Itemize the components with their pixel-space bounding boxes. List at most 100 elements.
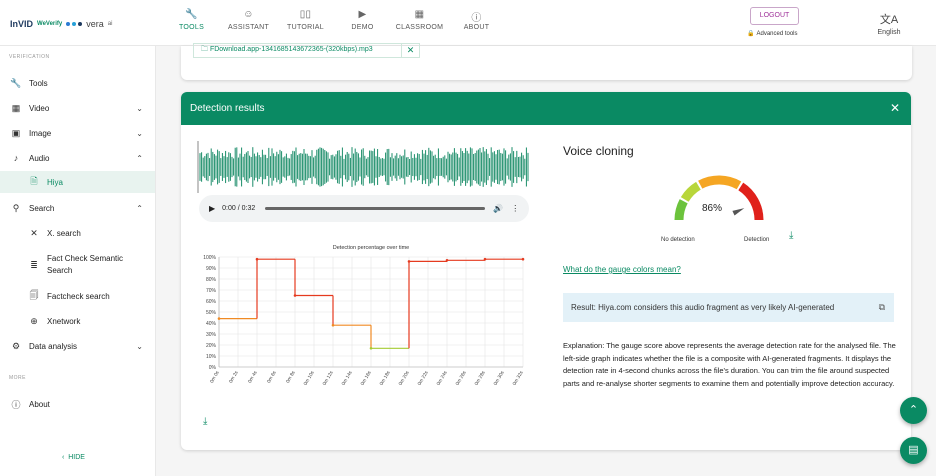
y-tick-label: 90% <box>206 266 217 272</box>
x-tick-label: 0m 22s <box>417 369 430 386</box>
nav-about[interactable]: ⓘ ABOUT <box>448 9 505 31</box>
detection-gauge <box>674 175 764 221</box>
sidebar-item-factcheck-search[interactable]: 🗐 Factcheck search <box>0 285 155 307</box>
chat-button[interactable]: ▤ <box>900 437 927 464</box>
detection-results-header: Detection results ✕ <box>181 92 911 125</box>
chevron-up-icon: ⌃ <box>136 203 143 213</box>
nav-tutorial[interactable]: ▯▯ TUTORIAL <box>277 9 334 31</box>
data-point <box>445 259 449 262</box>
player-progress-bar[interactable] <box>265 207 486 210</box>
sidebar-item-tools[interactable]: 🔧 Tools <box>0 72 155 94</box>
x-tick-label: 0m 26s <box>455 369 468 386</box>
nav-tools[interactable]: 🔧 TOOLS <box>163 9 220 31</box>
x-logo-icon: ✕ <box>30 227 38 238</box>
document-search-icon: 🗐 <box>29 290 39 300</box>
result-text: Result: Hiya.com considers this audio fr… <box>571 303 835 312</box>
data-analysis-icon: ⚙ <box>11 340 21 351</box>
gauge-label-low: No detection <box>661 237 695 243</box>
y-tick-label: 30% <box>206 332 217 338</box>
file-chip: 🗀 FDownload.app-1341685143672365-(320kbp… <box>193 43 420 58</box>
book-icon: ▯▯ <box>299 9 312 20</box>
data-point <box>331 323 335 327</box>
detection-chart: Detection percentage over time 0% 10% 20% 30… <box>203 245 525 387</box>
sidebar-item-search[interactable]: ⚲ Search ⌃ <box>0 197 155 219</box>
y-tick-label: 70% <box>206 288 217 294</box>
x-tick-label: 0m 2s <box>228 369 240 384</box>
audio-waveform[interactable] <box>197 141 529 193</box>
sidebar-item-semantic-search[interactable]: ≣ Fact Check Semantic Search <box>0 248 155 282</box>
data-point <box>293 294 297 297</box>
audio-file-icon: 🗎 <box>30 176 38 186</box>
x-tick-label: 0m 20s <box>398 369 411 386</box>
gauge-segment <box>674 199 688 221</box>
download-chart-icon[interactable]: ⤓ <box>203 416 207 427</box>
y-tick-label: 50% <box>206 310 217 316</box>
sidebar-item-audio[interactable]: ♪ Audio ⌃ <box>0 147 155 169</box>
language-selector[interactable]: 文A English <box>871 11 907 36</box>
y-tick-label: 20% <box>206 343 217 349</box>
gauge-segment <box>698 175 742 190</box>
sidebar-item-xnetwork[interactable]: ⊕ Xnetwork <box>0 310 155 332</box>
gauge-colors-link[interactable]: What do the gauge colors mean? <box>563 265 681 274</box>
volume-icon[interactable]: 🔊 <box>493 204 503 213</box>
advanced-tools-link[interactable]: 🔒 Advanced tools <box>747 30 798 38</box>
sidebar-item-image[interactable]: ▣ Image ⌄ <box>0 122 155 144</box>
image-icon: ▣ <box>11 127 21 138</box>
gauge-needle <box>732 208 745 216</box>
chevron-down-icon: ⌄ <box>136 103 143 113</box>
play-icon[interactable]: ▶ <box>209 204 215 213</box>
sidebar: VERIFICATION 🔧 Tools ▦ Video ⌄ ▣ Image ⌄ ♪ Aud… <box>0 46 156 476</box>
logout-button[interactable]: LOGOUT <box>750 7 799 25</box>
hide-sidebar-button[interactable]: ‹ HIDE <box>62 454 85 461</box>
video-icon: ▶ <box>358 9 367 20</box>
y-tick-label: 80% <box>206 277 217 283</box>
copy-icon[interactable]: ⧉ <box>879 302 885 313</box>
x-tick-label: 0m 10s <box>303 369 316 386</box>
scroll-top-button[interactable]: ⌃ <box>900 397 927 424</box>
result-banner: Result: Hiya.com considers this audio fr… <box>563 293 894 322</box>
audio-player: ▶ 0:00 / 0:32 🔊 ⋮ <box>199 195 529 222</box>
sidebar-item-video[interactable]: ▦ Video ⌄ <box>0 97 155 119</box>
nav-demo[interactable]: ▶ DEMO <box>334 9 391 31</box>
logo-vera-suffix: ai <box>107 21 113 27</box>
data-point <box>369 347 373 350</box>
main-nav: 🔧 TOOLS ☺ ASSISTANT ▯▯ TUTORIAL ▶ DEMO ▦ CLAS… <box>163 9 505 31</box>
chevron-up-icon: ⌃ <box>136 153 143 163</box>
voice-cloning-title: Voice cloning <box>563 144 634 158</box>
y-tick-label: 100% <box>203 255 216 261</box>
x-tick-label: 0m 8s <box>285 369 297 384</box>
sidebar-item-hiya[interactable]: 🗎 Hiya <box>0 171 155 193</box>
nav-assistant[interactable]: ☺ ASSISTANT <box>220 9 277 31</box>
file-chip-name: 🗀 FDownload.app-1341685143672365-(320kbp… <box>201 46 373 53</box>
robot-icon: ☺ <box>243 9 254 20</box>
x-tick-label: 0m 30s <box>493 369 506 386</box>
y-tick-label: 40% <box>206 321 217 327</box>
sidebar-item-x-search[interactable]: ✕ X. search <box>0 222 155 244</box>
music-note-icon: ♪ <box>13 153 19 163</box>
explanation-text: Explanation: The gauge score above repre… <box>563 341 896 388</box>
more-options-icon[interactable]: ⋮ <box>511 204 519 213</box>
x-tick-label: 0m 24s <box>436 369 449 386</box>
x-tick-label: 0m 12s <box>322 369 335 386</box>
data-point <box>483 257 487 261</box>
close-icon[interactable]: ✕ <box>890 101 900 115</box>
info-icon: ⓘ <box>11 399 21 410</box>
gauge-segment <box>738 182 764 221</box>
nav-classroom[interactable]: ▦ CLASSROOM <box>391 9 448 31</box>
chevron-up-icon: ⌃ <box>908 404 919 416</box>
sidebar-item-about[interactable]: ⓘ About <box>0 393 155 415</box>
remove-file-button[interactable]: ✕ <box>401 44 419 57</box>
file-icon: 🗀 <box>201 46 210 53</box>
translate-icon: 文A <box>879 14 899 26</box>
chart-title: Detection percentage over time <box>333 245 409 251</box>
app-logo[interactable]: InVID WeVerify vera ai <box>10 12 112 36</box>
lock-icon: 🔒 <box>747 31 755 37</box>
y-tick-label: 10% <box>206 354 217 360</box>
sidebar-item-data-analysis[interactable]: ⚙ Data analysis ⌄ <box>0 335 155 357</box>
chevron-down-icon: ⌄ <box>136 341 143 351</box>
wrench-icon: 🔧 <box>185 9 198 20</box>
x-tick-label: 0m 32s <box>512 369 525 386</box>
y-tick-label: 60% <box>206 299 217 305</box>
download-gauge-icon[interactable]: ⤓ <box>789 230 793 241</box>
search-icon: ⚲ <box>12 202 20 213</box>
